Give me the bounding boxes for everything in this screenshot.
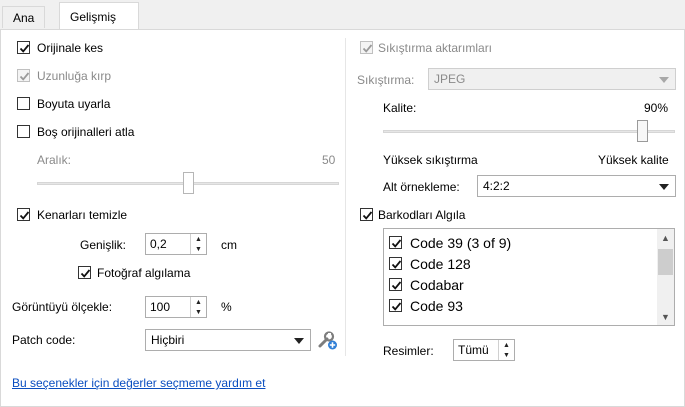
width-value: 0,2 <box>150 237 167 251</box>
stepper-buttons: ▲ ▼ <box>190 234 206 254</box>
column-divider <box>345 38 346 356</box>
barcode-checkbox[interactable] <box>389 257 402 270</box>
stepper-down-icon[interactable]: ▼ <box>499 350 514 360</box>
stepper-up-icon[interactable]: ▲ <box>191 234 206 244</box>
quality-slider-track <box>383 130 675 133</box>
high-compression-label: Yüksek sıkıştırma <box>383 153 478 167</box>
wrench-plus-icon[interactable] <box>316 329 338 351</box>
subsampling-select[interactable]: 4:2:2 <box>477 175 676 197</box>
detect-barcodes-checkbox[interactable] <box>360 208 373 221</box>
stepper-up-icon[interactable]: ▲ <box>499 340 514 350</box>
checkmark-icon <box>19 72 30 81</box>
tab-strip: Ana Gelişmiş <box>0 0 685 30</box>
chevron-down-icon <box>294 338 304 344</box>
tab-ana[interactable]: Ana <box>2 6 46 28</box>
clean-edges-label: Kenarları temizle <box>37 208 128 222</box>
barcode-checkbox[interactable] <box>389 299 402 312</box>
skip-blank-checkbox[interactable] <box>17 125 30 138</box>
barcode-checkbox[interactable] <box>389 278 402 291</box>
images-label: Resimler: <box>383 344 434 358</box>
scale-stepper[interactable]: 100 ▲ ▼ <box>145 296 207 318</box>
checkmark-icon <box>19 44 30 53</box>
tab-label: Gelişmiş <box>70 10 117 24</box>
patch-code-value: Hiçbiri <box>151 333 185 347</box>
range-value: 50 <box>322 153 336 167</box>
quality-value: 90% <box>644 101 669 115</box>
crop-original-label: Orijinale kes <box>37 41 104 55</box>
checkmark-icon <box>391 281 402 290</box>
checkmark-icon <box>19 211 30 220</box>
width-label: Genişlik: <box>80 238 127 252</box>
patch-code-select[interactable]: Hiçbiri <box>145 329 311 351</box>
range-label: Aralık: <box>37 153 72 167</box>
scale-unit: % <box>221 300 232 314</box>
barcode-label: Code 39 (3 of 9) <box>410 235 512 251</box>
subsampling-label: Alt örnekleme: <box>383 180 460 194</box>
list-scrollbar[interactable]: ▲ ▼ <box>657 229 674 325</box>
images-value: Tümü <box>458 343 489 357</box>
stepper-buttons: ▲ ▼ <box>190 297 206 317</box>
clean-edges-checkbox[interactable] <box>17 208 30 221</box>
photo-detect-label: Fotoğraf algılama <box>97 266 191 280</box>
chevron-down-icon <box>659 77 669 83</box>
skip-blank-label: Boş orijinalleri atla <box>37 125 135 139</box>
quality-label: Kalite: <box>383 101 417 115</box>
scrollbar-thumb[interactable] <box>658 249 673 275</box>
chevron-down-icon <box>659 184 669 190</box>
scale-label: Görüntüyü ölçekle: <box>12 300 113 314</box>
subsampling-value: 4:2:2 <box>483 179 510 193</box>
scroll-up-icon[interactable]: ▲ <box>657 229 674 246</box>
photo-detect-checkbox[interactable] <box>78 266 91 279</box>
compression-select[interactable]: JPEG <box>428 68 676 90</box>
scale-value: 100 <box>150 300 171 314</box>
scroll-down-icon[interactable]: ▼ <box>657 308 674 325</box>
barcode-label: Code 128 <box>410 256 471 272</box>
stepper-down-icon[interactable]: ▼ <box>191 307 206 317</box>
crop-to-length-label: Uzunluğa kırp <box>37 69 112 83</box>
stepper-buttons: ▲ ▼ <box>498 340 514 360</box>
width-unit: cm <box>221 238 237 252</box>
barcode-list[interactable]: Code 39 (3 of 9) Code 128 Codabar Code 9… <box>383 228 675 326</box>
fit-to-size-label: Boyuta uyarla <box>37 97 111 111</box>
checkmark-icon <box>80 269 91 278</box>
images-stepper[interactable]: Tümü ▲ ▼ <box>453 339 515 361</box>
barcode-checkbox[interactable] <box>389 236 402 249</box>
stepper-up-icon[interactable]: ▲ <box>191 297 206 307</box>
checkmark-icon <box>391 239 402 248</box>
width-stepper[interactable]: 0,2 ▲ ▼ <box>145 233 207 255</box>
quality-slider-thumb[interactable] <box>637 120 648 142</box>
stepper-down-icon[interactable]: ▼ <box>191 244 206 254</box>
high-quality-label: Yüksek kalite <box>598 153 669 167</box>
tab-gelismis[interactable]: Gelişmiş <box>59 2 139 30</box>
fit-to-size-checkbox[interactable] <box>17 97 30 110</box>
patch-code-label: Patch code: <box>12 333 76 347</box>
compress-transfers-checkbox[interactable] <box>360 41 373 54</box>
checkmark-icon <box>391 302 402 311</box>
checkmark-icon <box>362 44 373 53</box>
compression-label: Sıkıştırma: <box>357 73 415 87</box>
help-link[interactable]: Bu seçenekler için değerler seçmeme yard… <box>12 376 265 390</box>
range-slider-thumb[interactable] <box>183 172 194 194</box>
barcode-label: Code 93 <box>410 298 463 314</box>
checkmark-icon <box>391 260 402 269</box>
compress-transfers-label: Sıkıştırma aktarımları <box>378 41 493 55</box>
tab-label: Ana <box>13 11 35 25</box>
crop-to-length-checkbox[interactable] <box>17 69 30 82</box>
compression-value: JPEG <box>434 72 466 86</box>
crop-original-checkbox[interactable] <box>17 41 30 54</box>
checkmark-icon <box>362 211 373 220</box>
detect-barcodes-label: Barkodları Algıla <box>378 208 466 222</box>
barcode-label: Codabar <box>410 277 464 293</box>
